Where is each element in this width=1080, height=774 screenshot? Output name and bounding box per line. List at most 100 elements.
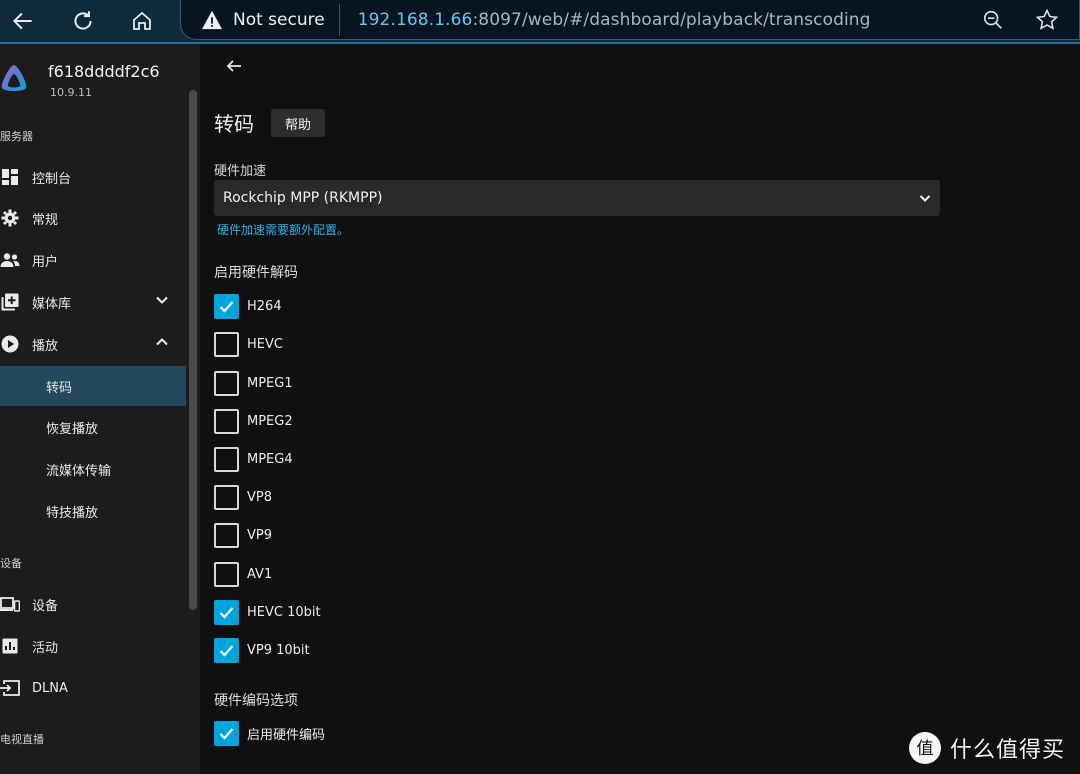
url-text[interactable]: 192.168.1.66:8097/web/#/dashboard/playba… xyxy=(358,10,871,30)
decoder-option[interactable]: VP8 xyxy=(214,484,272,510)
decoder-option[interactable]: HEVC xyxy=(214,331,283,357)
decoder-label: AV1 xyxy=(247,566,273,582)
sidebar-item-dashboard[interactable]: 控制台 xyxy=(0,157,186,197)
checkmark-icon xyxy=(219,644,234,657)
arrow-left-icon xyxy=(12,12,32,30)
checkmark-icon xyxy=(219,300,234,313)
checkmark-icon xyxy=(219,606,234,619)
zoom-button[interactable] xyxy=(979,6,1007,34)
sidebar-item-general[interactable]: 常规 xyxy=(0,198,186,238)
dashboard-icon xyxy=(0,167,20,187)
decoder-checkbox[interactable] xyxy=(214,293,239,319)
decoder-label: VP9 xyxy=(247,527,273,543)
sidebar-subitem-label: 转码 xyxy=(46,380,73,396)
chevron-up-icon[interactable] xyxy=(154,334,170,350)
decoder-option[interactable]: H264 xyxy=(214,293,282,319)
url-path: :8097/web/#/dashboard/playback/transcodi… xyxy=(472,9,871,30)
decoder-checkbox[interactable] xyxy=(214,522,239,548)
sidebar-item-resume[interactable]: 恢复播放 xyxy=(0,407,186,447)
decoder-option[interactable]: AV1 xyxy=(214,561,272,587)
decoder-checkbox[interactable] xyxy=(214,637,239,663)
security-label: Not secure xyxy=(233,9,325,30)
sidebar-item-devices[interactable]: 设备 xyxy=(0,584,186,624)
decoder-checkbox[interactable] xyxy=(214,446,239,472)
sidebar-subitem-label: 流媒体传输 xyxy=(46,463,112,479)
reload-icon xyxy=(74,11,92,30)
page-title: 转码 xyxy=(214,112,254,136)
decoder-checkbox[interactable] xyxy=(214,408,239,434)
sidebar-item-transcoding[interactable]: 转码 xyxy=(0,366,186,406)
warning-icon xyxy=(202,10,222,29)
decoder-checkbox[interactable] xyxy=(214,599,239,625)
encode-section-title: 硬件编码选项 xyxy=(214,693,298,709)
sidebar-item-label: 活动 xyxy=(32,640,59,656)
decoder-checkbox[interactable] xyxy=(214,561,239,587)
back-arrow-icon[interactable] xyxy=(222,54,246,78)
url-host: 192.168.1.66 xyxy=(357,9,473,30)
section-title-devices: 设备 xyxy=(0,557,22,570)
enable-hw-encoding-label: 启用硬件编码 xyxy=(247,727,326,743)
zoom-out-icon xyxy=(983,10,1002,29)
watermark-text: 什么值得买 xyxy=(950,738,1066,763)
decoder-label: HEVC xyxy=(247,336,283,352)
hw-accel-label: 硬件加速 xyxy=(214,164,267,179)
watermark-logo-icon: 值 xyxy=(909,732,941,764)
hw-accel-select[interactable]: Rockchip MPP (RKMPP) xyxy=(214,180,940,216)
server-version: 10.9.11 xyxy=(50,86,92,99)
library-add-icon xyxy=(0,292,20,312)
sidebar-item-users[interactable]: 用户 xyxy=(0,240,186,280)
sidebar-item-label: DLNA xyxy=(32,680,68,696)
sidebar-item-trickplay[interactable]: 特技播放 xyxy=(0,491,186,531)
enable-hw-encoding-checkbox[interactable] xyxy=(214,720,239,746)
server-brand[interactable]: f618ddddf2c6 10.9.11 xyxy=(0,60,190,104)
hw-accel-help-link[interactable]: 硬件加速需要额外配置。 xyxy=(217,221,349,238)
main-content: 转码 帮助 硬件加速 Rockchip MPP (RKMPP) 硬件加速需要额外… xyxy=(200,44,1080,774)
watermark: 值 什么值得买 xyxy=(908,730,1078,766)
decoder-checkbox[interactable] xyxy=(214,370,239,396)
sidebar-item-activity[interactable]: 活动 xyxy=(0,626,186,666)
home-icon xyxy=(133,11,151,30)
server-name: f618ddddf2c6 xyxy=(48,62,160,81)
help-button[interactable]: 帮助 xyxy=(271,109,325,137)
decoder-option[interactable]: MPEG1 xyxy=(214,370,293,396)
sidebar-item-streaming[interactable]: 流媒体传输 xyxy=(0,449,186,489)
decoder-label: MPEG4 xyxy=(247,451,293,467)
decoder-label: H264 xyxy=(247,298,282,314)
sidebar-item-label: 常规 xyxy=(32,212,59,228)
section-title-live-tv: 电视直播 xyxy=(0,733,44,746)
decoder-option[interactable]: VP9 10bit xyxy=(214,637,310,663)
decoder-option[interactable]: MPEG2 xyxy=(214,408,293,434)
decoder-option[interactable]: VP9 xyxy=(214,522,272,548)
sidebar-subitem-label: 特技播放 xyxy=(46,505,99,521)
sidebar-item-label: 用户 xyxy=(32,254,59,270)
address-bar[interactable]: Not secure 192.168.1.66:8097/web/#/dashb… xyxy=(180,0,1080,40)
jellyfin-logo-icon xyxy=(1,65,27,91)
sidebar-item-libraries[interactable]: 媒体库 xyxy=(0,282,186,322)
sidebar-scrollbar[interactable] xyxy=(189,90,197,610)
dlna-icon xyxy=(0,678,20,698)
back-button[interactable] xyxy=(8,6,38,36)
sidebar-item-label: 播放 xyxy=(32,338,59,354)
bookmark-button[interactable] xyxy=(1033,6,1061,34)
users-icon xyxy=(0,250,20,270)
decoder-option[interactable]: MPEG4 xyxy=(214,446,293,472)
enable-hw-encoding-option[interactable]: 启用硬件编码 xyxy=(214,720,325,746)
section-title-server: 服务器 xyxy=(0,130,33,143)
sidebar-item-label: 控制台 xyxy=(32,171,72,187)
security-chip[interactable]: Not secure xyxy=(181,3,340,36)
decoder-checkbox[interactable] xyxy=(214,484,239,510)
chevron-down-icon[interactable] xyxy=(154,292,170,308)
decoder-label: VP9 10bit xyxy=(247,642,310,658)
decoder-checkbox[interactable] xyxy=(214,331,239,357)
decoder-label: MPEG1 xyxy=(247,375,293,391)
reload-button[interactable] xyxy=(68,6,98,36)
sidebar-item-dlna[interactable]: DLNA xyxy=(0,668,186,708)
checkmark-icon xyxy=(219,727,234,740)
play-circle-icon xyxy=(0,334,20,354)
gear-icon xyxy=(0,208,20,228)
sidebar-item-playback[interactable]: 播放 xyxy=(0,324,186,364)
sidebar: f618ddddf2c6 10.9.11 服务器 控制台 常规 用户 媒体库 播… xyxy=(0,44,200,774)
decoder-option[interactable]: HEVC 10bit xyxy=(214,599,321,625)
svg-text:值: 值 xyxy=(917,739,934,759)
home-button[interactable] xyxy=(127,6,157,36)
